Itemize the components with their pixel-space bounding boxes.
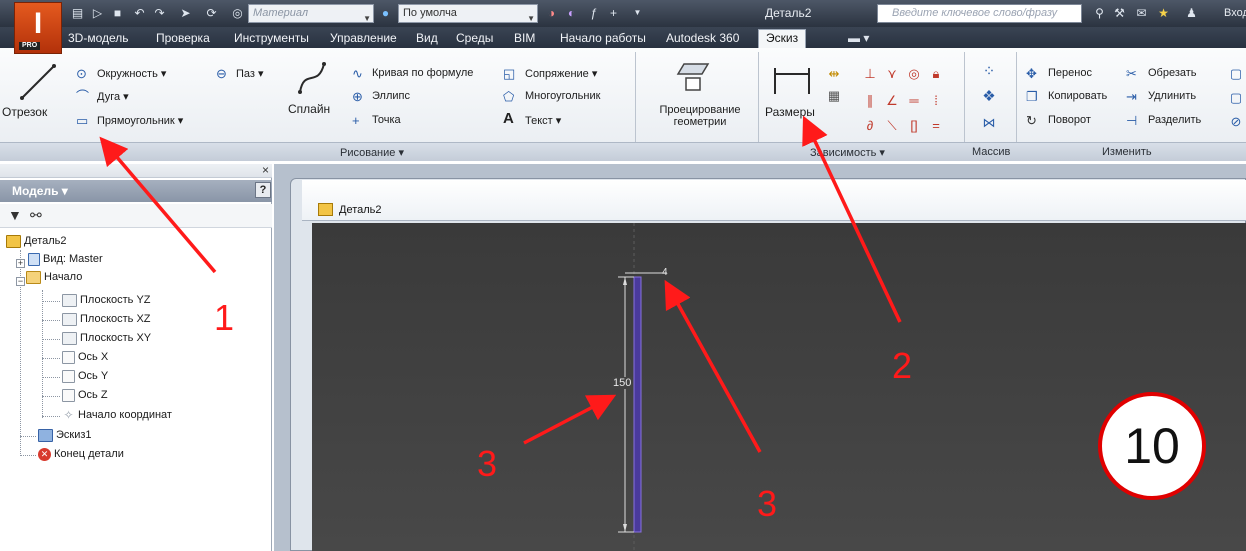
- application-menu-button[interactable]: I PRO: [14, 2, 62, 54]
- step-number: 10: [1124, 418, 1180, 474]
- pro-badge: PRO: [19, 42, 41, 50]
- annotation-arrow-1: [99, 136, 217, 274]
- annotation-arrow-2: [802, 115, 902, 323]
- annotation-arrow-3b: [664, 279, 762, 453]
- annotation-number-1: 1: [214, 297, 235, 338]
- annotation-number-2: 2: [892, 345, 913, 386]
- annotation-number-3a: 3: [477, 443, 498, 484]
- annotation-arrows: [99, 115, 902, 453]
- annotation-arrow-3a: [523, 394, 617, 445]
- annotation-number-3b: 3: [757, 483, 778, 524]
